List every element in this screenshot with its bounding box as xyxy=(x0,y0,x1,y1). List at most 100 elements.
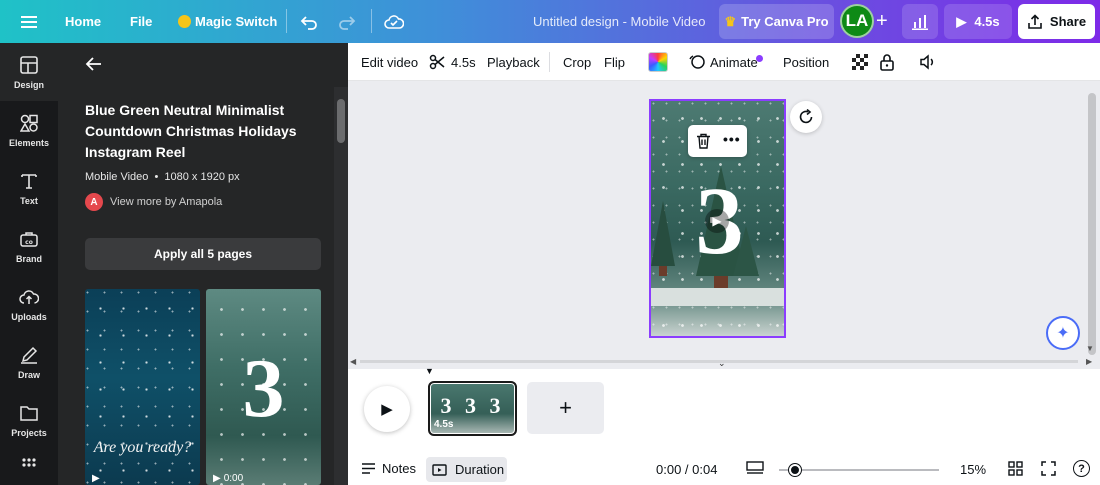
video-duration-badge: ▶ 0:00 xyxy=(213,473,243,484)
cloud-save-icon[interactable] xyxy=(384,0,404,43)
apply-all-pages-button[interactable]: Apply all 5 pages xyxy=(85,238,321,270)
rail-item-uploads[interactable]: Uploads xyxy=(0,275,58,333)
panel-scrollbar[interactable] xyxy=(334,87,348,485)
file-menu[interactable]: File xyxy=(130,0,152,43)
magic-switch-button[interactable]: Magic Switch xyxy=(178,0,277,43)
help-icon[interactable]: ? xyxy=(1073,460,1090,477)
volume-icon[interactable] xyxy=(919,43,937,81)
redo-icon[interactable] xyxy=(338,0,356,43)
rail-item-design[interactable]: Design xyxy=(0,43,58,101)
video-play-icon: ▶ xyxy=(92,473,100,484)
timeline-panel: ▼ ▶ 3 3 3 4.5s + Notes Duration 0:00 / 0… xyxy=(348,366,1100,485)
position-button[interactable]: Position xyxy=(783,43,829,81)
rail-item-text[interactable]: Text xyxy=(0,159,58,217)
animate-button[interactable]: Animate xyxy=(689,43,763,81)
scroll-down-arrow-icon[interactable]: ▼ xyxy=(1086,344,1094,353)
transparency-icon[interactable] xyxy=(852,54,868,70)
share-icon xyxy=(1028,13,1042,29)
apps-grid-icon xyxy=(18,454,40,476)
lock-icon[interactable] xyxy=(879,43,895,81)
add-page-button[interactable]: + xyxy=(527,382,604,434)
rail-item-brand[interactable]: co Brand xyxy=(0,217,58,275)
home-button[interactable]: Home xyxy=(65,0,101,43)
rail-item-draw[interactable]: Draw xyxy=(0,333,58,391)
play-duration-label: 4.5s xyxy=(974,14,1000,29)
duration-icon xyxy=(432,463,447,476)
text-icon xyxy=(18,170,40,192)
template-type: Mobile Video xyxy=(85,171,149,183)
rail-label: Design xyxy=(13,80,44,90)
rotate-refresh-icon[interactable] xyxy=(790,101,822,133)
template-page-thumbnail[interactable]: 3 ▶ 0:00 xyxy=(206,289,321,485)
document-title[interactable]: Untitled design - Mobile Video xyxy=(533,0,705,43)
divider xyxy=(371,9,372,33)
undo-icon[interactable] xyxy=(300,0,318,43)
element-floating-menu: ••• xyxy=(688,125,747,157)
trash-icon[interactable] xyxy=(696,133,711,152)
author-avatar: A xyxy=(85,193,103,211)
trim-button[interactable]: 4.5s xyxy=(429,43,476,81)
canvas-vertical-scrollbar[interactable] xyxy=(1088,93,1096,355)
zoom-slider-handle[interactable] xyxy=(789,464,801,476)
timeline-play-button[interactable]: ▶ xyxy=(364,386,410,432)
page-view-icon[interactable] xyxy=(746,461,764,478)
play-preview-button[interactable]: ▶ 4.5s xyxy=(944,4,1012,39)
playhead-marker-icon[interactable]: ▼ xyxy=(425,366,434,376)
grid-view-icon[interactable] xyxy=(1008,461,1023,479)
side-rail: Design Elements Text co Brand Uploads Dr… xyxy=(0,43,58,485)
uploads-icon xyxy=(18,286,40,308)
share-button[interactable]: Share xyxy=(1018,4,1095,39)
template-page-thumbnail[interactable]: Are you ready? ▶ xyxy=(85,289,200,485)
template-meta: Mobile Video • 1080 x 1920 px xyxy=(85,171,240,183)
rail-item-elements[interactable]: Elements xyxy=(0,101,58,159)
template-panel: Blue Green Neutral Minimalist Countdown … xyxy=(58,43,348,485)
time-counter: 0:00 / 0:04 xyxy=(656,462,718,477)
magic-assistant-icon[interactable]: ✦ xyxy=(1046,316,1080,350)
author-link[interactable]: View more by Amapola xyxy=(110,196,222,208)
rail-item-apps[interactable] xyxy=(0,449,58,485)
clip-preview-text: 3 3 3 xyxy=(440,393,505,418)
zoom-slider[interactable] xyxy=(779,464,939,476)
chevron-down-icon[interactable]: ⌄ xyxy=(718,358,726,369)
scroll-right-arrow-icon[interactable]: ▶ xyxy=(1086,357,1092,366)
author-row[interactable]: A View more by Amapola xyxy=(85,193,222,211)
clip-duration: 4.5s xyxy=(434,419,454,430)
try-pro-button[interactable]: ♛ Try Canva Pro xyxy=(719,4,834,39)
menu-icon[interactable] xyxy=(14,0,44,43)
duration-label: Duration xyxy=(455,462,505,477)
rail-item-projects[interactable]: Projects xyxy=(0,391,58,449)
duration-button[interactable]: Duration xyxy=(426,457,507,482)
more-options-icon[interactable]: ••• xyxy=(723,131,741,147)
play-icon[interactable]: ▶ xyxy=(705,209,729,233)
trim-duration: 4.5s xyxy=(451,54,476,70)
scroll-left-arrow-icon[interactable]: ◀ xyxy=(350,357,356,366)
notes-button[interactable]: Notes xyxy=(361,461,416,476)
zoom-percent[interactable]: 15% xyxy=(960,462,986,477)
add-collaborator-icon[interactable]: + xyxy=(876,0,888,43)
fullscreen-icon[interactable] xyxy=(1041,461,1056,479)
rail-label: Brand xyxy=(15,254,42,264)
edit-video-button[interactable]: Edit video xyxy=(361,43,418,81)
divider xyxy=(549,52,550,72)
scrollbar-thumb[interactable] xyxy=(337,99,345,143)
rail-label: Draw xyxy=(17,370,40,380)
svg-text:co: co xyxy=(25,239,33,246)
magic-switch-label: Magic Switch xyxy=(195,14,278,29)
video-play-icon: ▶ xyxy=(213,473,221,484)
insights-icon[interactable] xyxy=(902,4,938,39)
design-canvas[interactable]: 3 ▶ ••• ✦ ▼ ◀ ▶ ⌄ xyxy=(348,81,1100,369)
timeline-clip[interactable]: 3 3 3 4.5s xyxy=(428,381,517,436)
back-arrow-icon[interactable] xyxy=(85,56,103,75)
draw-icon xyxy=(18,344,40,366)
rail-label: Uploads xyxy=(11,312,47,322)
color-picker-swatch[interactable] xyxy=(648,52,668,72)
rail-label: Projects xyxy=(11,428,47,438)
flip-button[interactable]: Flip xyxy=(604,43,625,81)
pro-dot xyxy=(755,55,763,62)
plus-icon: + xyxy=(559,395,572,420)
divider xyxy=(286,9,287,33)
avatar[interactable]: LA xyxy=(840,4,874,38)
crop-button[interactable]: Crop xyxy=(563,43,591,81)
template-size: 1080 x 1920 px xyxy=(164,171,240,183)
playback-button[interactable]: Playback xyxy=(487,43,540,81)
